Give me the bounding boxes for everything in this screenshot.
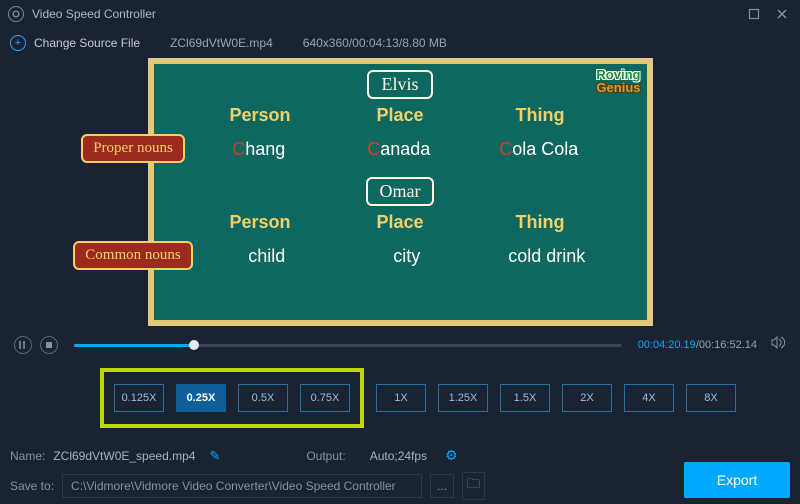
speed-8x[interactable]: 8X (686, 384, 736, 412)
name-box-2: Omar (366, 177, 435, 206)
playback-controls: 00:04:20.19/00:16:52.14 (0, 326, 800, 360)
name-label: Name: (10, 449, 45, 463)
col-thing-2: Thing (480, 212, 600, 237)
saveto-path[interactable]: C:\Vidmore\Vidmore Video Converter\Video… (62, 474, 422, 498)
highlight-box: 0.125X 0.25X 0.5X 0.75X (100, 368, 364, 428)
proper-nouns-tag: Proper nouns (81, 134, 185, 163)
app-logo-icon (8, 6, 24, 22)
source-fileinfo: 640x360/00:04:13/8.80 MB (303, 36, 447, 50)
open-folder-button[interactable]: 🗀 (462, 472, 485, 500)
common-nouns-tag: Common nouns (73, 241, 192, 270)
output-name: ZCl69dVtW0E_speed.mp4 (53, 449, 195, 463)
cell-canada: Canada (339, 137, 459, 160)
speed-0125x[interactable]: 0.125X (114, 384, 164, 412)
video-preview: Roving Genius Elvis Person Place Thing P… (148, 58, 653, 326)
speed-125x[interactable]: 1.25X (438, 384, 488, 412)
play-pause-button[interactable] (14, 336, 32, 354)
app-title: Video Speed Controller (32, 7, 156, 21)
speed-1x[interactable]: 1X (376, 384, 426, 412)
volume-icon[interactable] (771, 336, 786, 354)
change-source-button[interactable]: + Change Source File (10, 35, 140, 51)
stop-button[interactable] (40, 336, 58, 354)
col-person-2: Person (200, 212, 320, 237)
cell-child: child (207, 244, 327, 267)
name-box-1: Elvis (367, 70, 432, 99)
titlebar: Video Speed Controller (0, 0, 800, 28)
seek-thumb[interactable] (189, 340, 199, 350)
speed-4x[interactable]: 4X (624, 384, 674, 412)
cell-colddrink: cold drink (487, 244, 607, 267)
current-time: 00:04:20.19 (638, 339, 696, 351)
browse-path-button[interactable]: ... (430, 474, 454, 498)
output-settings-icon[interactable]: ⚙ (445, 447, 458, 464)
total-time: 00:16:52.14 (699, 339, 757, 351)
source-filename: ZCl69dVtW0E.mp4 (170, 36, 273, 50)
edit-name-icon[interactable]: ✎ (209, 448, 220, 464)
col-thing: Thing (480, 105, 600, 130)
speed-075x[interactable]: 0.75X (300, 384, 350, 412)
speed-025x[interactable]: 0.25X (176, 384, 226, 412)
speed-buttons: 0.125X 0.25X 0.5X 0.75X 1X 1.25X 1.5X 2X… (100, 368, 800, 428)
time-display: 00:04:20.19/00:16:52.14 (638, 339, 757, 351)
plus-icon: + (10, 35, 26, 51)
maximize-button[interactable] (744, 4, 764, 24)
bottom-panel: Name: ZCl69dVtW0E_speed.mp4 ✎ Output: Au… (0, 443, 800, 504)
col-place-2: Place (340, 212, 460, 237)
speed-2x[interactable]: 2X (562, 384, 612, 412)
change-source-label: Change Source File (34, 36, 140, 50)
output-value: Auto;24fps (370, 449, 427, 463)
export-button[interactable]: Export (684, 462, 790, 498)
seek-slider[interactable] (74, 344, 622, 347)
cell-chang: Chang (199, 137, 319, 160)
output-label: Output: (306, 449, 345, 463)
col-person: Person (200, 105, 320, 130)
toolbar: + Change Source File ZCl69dVtW0E.mp4 640… (0, 28, 800, 58)
cell-colacola: Cola Cola (479, 137, 599, 160)
speed-15x[interactable]: 1.5X (500, 384, 550, 412)
saveto-label: Save to: (10, 479, 54, 493)
speed-05x[interactable]: 0.5X (238, 384, 288, 412)
close-button[interactable] (772, 4, 792, 24)
col-place: Place (340, 105, 460, 130)
cell-city: city (347, 244, 467, 267)
